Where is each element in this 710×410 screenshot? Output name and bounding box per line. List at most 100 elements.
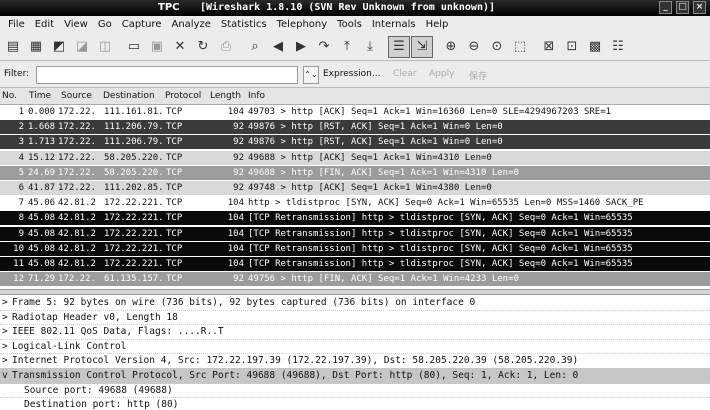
expanded-arrow-icon[interactable]: v <box>2 368 12 384</box>
maximize-icon[interactable]: □ <box>676 1 689 14</box>
start-capture-icon[interactable]: ◩ <box>48 36 70 58</box>
packet-length: 92 <box>233 167 244 178</box>
column-time[interactable]: Time <box>29 91 51 101</box>
packet-number: 11 <box>13 259 24 269</box>
detail-node[interactable]: > Logical-Link Control <box>0 339 710 355</box>
open-file-icon[interactable]: ▭ <box>123 36 145 58</box>
interface-list-icon[interactable]: ▤ <box>2 36 24 58</box>
packet-time: 45.06 <box>28 198 56 209</box>
filter-label: Filter: <box>4 69 30 79</box>
menu-edit[interactable]: Edit <box>30 19 59 30</box>
expression-button[interactable]: Expression... <box>323 69 380 79</box>
zoom-in-icon[interactable]: ⊕ <box>440 36 462 58</box>
detail-node[interactable]: > Radiotap Header v0, Length 18 <box>0 310 710 326</box>
collapsed-arrow-icon[interactable]: > <box>2 310 12 326</box>
minimize-icon[interactable]: _ <box>659 1 672 14</box>
collapsed-arrow-icon[interactable]: > <box>2 353 12 369</box>
go-back-icon[interactable]: ◀ <box>267 36 289 58</box>
packet-row[interactable]: 9 45.08 42.81.2 172.22.221. TCP 104 [TCP Retra… <box>0 226 710 241</box>
reload-icon[interactable]: ↻ <box>192 36 214 58</box>
close-icon[interactable]: × <box>693 1 706 14</box>
detail-node[interactable]: Source port: 49688 (49688) <box>0 383 710 399</box>
resize-columns-icon[interactable]: ⬚ <box>509 36 531 58</box>
column-length[interactable]: Length <box>210 91 241 101</box>
collapsed-arrow-icon[interactable]: > <box>2 339 12 355</box>
packet-row[interactable]: 11 45.08 42.81.2 172.22.221. TCP 104 [TCP Retr… <box>0 257 710 271</box>
column-destination[interactable]: Destination <box>103 91 155 101</box>
packet-source: 172.22. <box>58 152 96 163</box>
zoom-out-icon[interactable]: ⊖ <box>463 36 485 58</box>
save-file-icon[interactable]: ▣ <box>146 36 168 58</box>
close-file-icon[interactable]: ✕ <box>169 36 191 58</box>
go-forward-icon[interactable]: ▶ <box>290 36 312 58</box>
menu-analyze[interactable]: Analyze <box>166 19 215 30</box>
last-packet-icon[interactable]: ⤓ <box>359 36 381 58</box>
column-source[interactable]: Source <box>61 91 92 101</box>
menu-internals[interactable]: Internals <box>367 19 421 30</box>
stop-capture-icon[interactable]: ◪ <box>71 36 93 58</box>
packet-destination: 172.22.221. <box>104 243 164 254</box>
packet-row[interactable]: 1 0.000 172.22. 111.161.81. TCP 104 49703 > ht… <box>0 105 710 119</box>
go-to-packet-icon[interactable]: ↷ <box>313 36 335 58</box>
column-info[interactable]: Info <box>248 91 265 101</box>
menu-go[interactable]: Go <box>93 19 117 30</box>
menu-tools[interactable]: Tools <box>332 19 367 30</box>
detail-node[interactable]: > IEEE 802.11 QoS Data, Flags: ....R..T <box>0 324 710 340</box>
packet-protocol: TCP <box>166 243 183 254</box>
detail-text: Destination port: http (80) <box>24 399 179 410</box>
restart-capture-icon[interactable]: ◫ <box>94 36 116 58</box>
filter-dropdown-icon[interactable]: ⌃⌄ <box>303 66 319 84</box>
menu-statistics[interactable]: Statistics <box>216 19 272 30</box>
packet-time: 71.29 <box>28 274 56 285</box>
display-filters-icon[interactable]: ⊡ <box>561 36 583 58</box>
clear-button[interactable]: Clear <box>393 69 417 79</box>
apply-button[interactable]: Apply <box>429 69 454 79</box>
capture-options-icon[interactable]: ▦ <box>25 36 47 58</box>
main-toolbar: ▤ ▦ ◩ ◪ ◫ ▭ ▣ ✕ ↻ ⎙ ⌕ ◀ ▶ ↷ ⤒ ⤓ ☰ ⇲ ⊕ ⊖ … <box>0 33 710 61</box>
packet-list[interactable]: 1 0.000 172.22. 111.161.81. TCP 104 49703 > ht… <box>0 105 710 289</box>
menu-telephony[interactable]: Telephony <box>272 19 333 30</box>
detail-text: Frame 5: 92 bytes on wire (736 bits), 92… <box>12 297 476 308</box>
packet-row[interactable]: 10 45.08 42.81.2 172.22.221. TCP 104 [TCP Retr… <box>0 241 710 256</box>
menu-file[interactable]: File <box>3 19 30 30</box>
auto-scroll-icon[interactable]: ⇲ <box>411 35 433 58</box>
packet-time: 1.668 <box>28 122 56 133</box>
app-name: TPC <box>158 2 180 13</box>
packet-row[interactable]: 3 1.713 172.22. 111.206.79. TCP 92 49876 > htt… <box>0 135 710 150</box>
collapsed-arrow-icon[interactable]: > <box>2 295 12 311</box>
coloring-rules-icon[interactable]: ▩ <box>584 36 606 58</box>
packet-length: 92 <box>233 137 244 148</box>
packet-destination: 172.22.221. <box>104 213 164 224</box>
packet-time: 0.000 <box>28 107 56 117</box>
detail-node[interactable]: v Transmission Control Protocol, Src Port… <box>0 368 710 384</box>
print-icon[interactable]: ⎙ <box>215 36 237 58</box>
menu-help[interactable]: Help <box>421 19 454 30</box>
packet-row[interactable]: 7 45.06 42.81.2 172.22.221. TCP 104 http > tld… <box>0 196 710 211</box>
filter-input[interactable] <box>36 66 298 84</box>
packet-row[interactable]: 4 15.12 172.22. 58.205.220. TCP 92 49688 > htt… <box>0 150 710 165</box>
packet-protocol: TCP <box>166 152 183 163</box>
detail-node[interactable]: > Frame 5: 92 bytes on wire (736 bits), 9… <box>0 295 710 311</box>
capture-filters-icon[interactable]: ⊠ <box>538 36 560 58</box>
column-protocol[interactable]: Protocol <box>165 91 201 101</box>
preferences-icon[interactable]: ☷ <box>607 36 629 58</box>
menu-capture[interactable]: Capture <box>117 19 167 30</box>
packet-row[interactable]: 5 24.69 172.22. 58.205.220. TCP 92 49688 > htt… <box>0 165 710 180</box>
column-no[interactable]: No. <box>2 91 17 101</box>
packet-details-tree[interactable]: > Frame 5: 92 bytes on wire (736 bits), 9… <box>0 295 710 410</box>
zoom-normal-icon[interactable]: ⊙ <box>486 36 508 58</box>
packet-info: http > tldistproc [SYN, ACK] Seq=0 Ack=1… <box>248 198 644 209</box>
save-filter-button[interactable]: 保存 <box>469 69 487 82</box>
first-packet-icon[interactable]: ⤒ <box>336 36 358 58</box>
packet-row[interactable]: 6 41.87 172.22. 111.202.85. TCP 92 49748 > htt… <box>0 181 710 195</box>
packet-row[interactable]: 8 45.08 42.81.2 172.22.221. TCP 104 [TCP Retra… <box>0 211 710 226</box>
menu-view[interactable]: View <box>59 19 93 30</box>
colorize-icon[interactable]: ☰ <box>388 35 410 58</box>
packet-row[interactable]: 2 1.668 172.22. 111.206.79. TCP 92 49876 > htt… <box>0 120 710 135</box>
packet-row[interactable]: 12 71.29 172.22. 61.135.157. TCP 92 49756 > ht… <box>0 272 710 287</box>
collapsed-arrow-icon[interactable]: > <box>2 324 12 340</box>
detail-node[interactable]: Destination port: http (80) <box>0 397 710 410</box>
find-packet-icon[interactable]: ⌕ <box>244 36 266 58</box>
detail-node[interactable]: > Internet Protocol Version 4, Src: 172.2… <box>0 353 710 369</box>
packet-info: 49688 > http [FIN, ACK] Seq=1 Ack=1 Win=… <box>248 167 519 178</box>
